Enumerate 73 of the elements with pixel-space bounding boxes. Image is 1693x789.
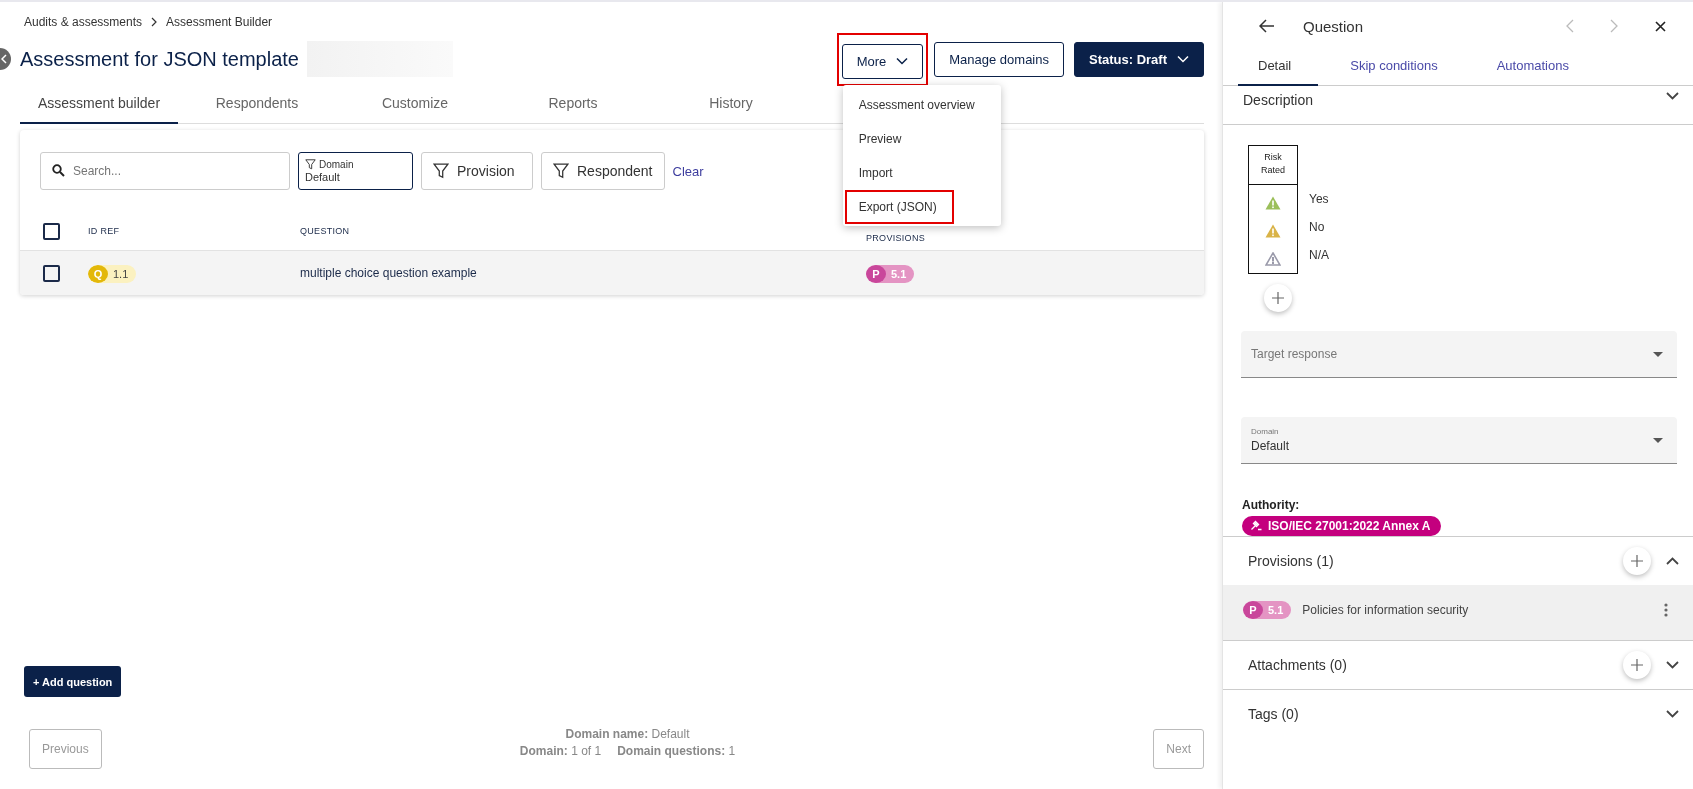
- filter-icon: [433, 163, 449, 179]
- description-label: Description: [1243, 92, 1314, 108]
- tab[interactable]: Automations: [1476, 47, 1596, 86]
- risk-option-label: N/A: [1309, 247, 1329, 264]
- tab[interactable]: Skip conditions: [1330, 47, 1465, 86]
- manage-domains-button[interactable]: Manage domains: [934, 41, 1064, 77]
- more-button[interactable]: More: [841, 43, 924, 79]
- column-header: QUESTION: [300, 226, 351, 236]
- plus-icon: [1631, 555, 1643, 567]
- provision-text: Policies for information security: [1302, 602, 1469, 617]
- status-button[interactable]: Status: Draft: [1074, 41, 1204, 77]
- menu-item[interactable]: Export (JSON): [844, 189, 954, 224]
- tab[interactable]: Reports: [494, 83, 652, 124]
- target-response-select[interactable]: Target response: [1241, 331, 1677, 378]
- chevron-down-icon[interactable]: [1666, 661, 1679, 669]
- column-header: ID REF: [88, 226, 121, 236]
- domain-info-text: Domain: 1 of 1: [519, 743, 602, 760]
- chevron-down-icon: [1177, 55, 1189, 63]
- tab[interactable]: Detail: [1238, 47, 1319, 86]
- provision-row[interactable]: P 5.1 Policies for information security: [1223, 585, 1693, 640]
- filter-button[interactable]: Provision: [421, 152, 533, 190]
- domain-name-text: Domain name: Default: [564, 726, 691, 743]
- risk-option-label: No: [1309, 219, 1326, 236]
- plus-icon: [1272, 292, 1284, 304]
- section-title: Provisions (1): [1248, 553, 1334, 569]
- chevron-down-icon[interactable]: [1666, 710, 1679, 718]
- table-row[interactable]: Q 1.1 multiple choice question example P 5.1: [20, 251, 1204, 295]
- close-icon[interactable]: [1655, 20, 1666, 32]
- plus-icon: [1631, 659, 1643, 671]
- dropdown-arrow-icon: [1653, 351, 1663, 357]
- chevron-down-icon[interactable]: [1666, 92, 1679, 100]
- domain-info-text: Domain questions: 1: [617, 743, 736, 760]
- section-title: Tags (0): [1248, 706, 1299, 722]
- column-header: Risk Rated: [1249, 146, 1297, 185]
- search-icon: [52, 164, 65, 177]
- authority-label: Authority:: [1242, 498, 1301, 512]
- filter-button[interactable]: Domain Default: [298, 152, 413, 190]
- filter-icon: [305, 159, 316, 170]
- search-field[interactable]: Search...: [40, 152, 290, 190]
- add-question-button[interactable]: + Add question: [24, 666, 122, 697]
- chevron-up-icon[interactable]: [1666, 557, 1679, 565]
- chevron-left-icon: [1, 54, 7, 64]
- section-title: Attachments (0): [1248, 657, 1347, 673]
- gavel-icon: [1250, 520, 1262, 532]
- chevron-right-icon: [150, 17, 159, 27]
- breadcrumb-link[interactable]: Assessment Builder: [166, 15, 273, 29]
- filter-button[interactable]: Respondent: [541, 152, 665, 190]
- question-badge: Q 1.1: [88, 264, 137, 283]
- tab[interactable]: Assessment builder: [20, 83, 178, 124]
- tab[interactable]: History: [652, 83, 810, 124]
- tab[interactable]: Customize: [336, 83, 494, 124]
- column-header: PROVISIONS: [866, 233, 925, 243]
- filter-icon: [553, 163, 569, 179]
- back-arrow-icon[interactable]: [1259, 19, 1275, 33]
- chevron-down-icon: [896, 57, 909, 65]
- domain-select[interactable]: Domain Default: [1241, 417, 1677, 464]
- panel-title: Question: [1303, 17, 1364, 35]
- dropdown-arrow-icon: [1653, 437, 1663, 443]
- provision-badge: P 5.1: [866, 264, 915, 283]
- question-text: multiple choice question example: [300, 266, 478, 280]
- provision-badge: P 5.1: [1243, 600, 1292, 619]
- breadcrumb-link[interactable]: Audits & assessments: [24, 15, 143, 29]
- authority-chip: ISO/IEC 27001:2022 Annex A: [1242, 516, 1441, 536]
- menu-item[interactable]: Import: [844, 155, 910, 190]
- more-vertical-icon[interactable]: [1664, 602, 1668, 617]
- tab[interactable]: Respondents: [178, 83, 336, 124]
- menu-item[interactable]: Assessment overview: [844, 87, 992, 122]
- checkbox[interactable]: [43, 264, 60, 282]
- risk-option-label: Yes: [1309, 191, 1329, 208]
- page-title: Assessment for JSON template: [20, 47, 299, 71]
- clear-link[interactable]: Clear: [672, 163, 704, 179]
- menu-item[interactable]: Preview: [844, 121, 919, 156]
- checkbox[interactable]: [43, 222, 60, 240]
